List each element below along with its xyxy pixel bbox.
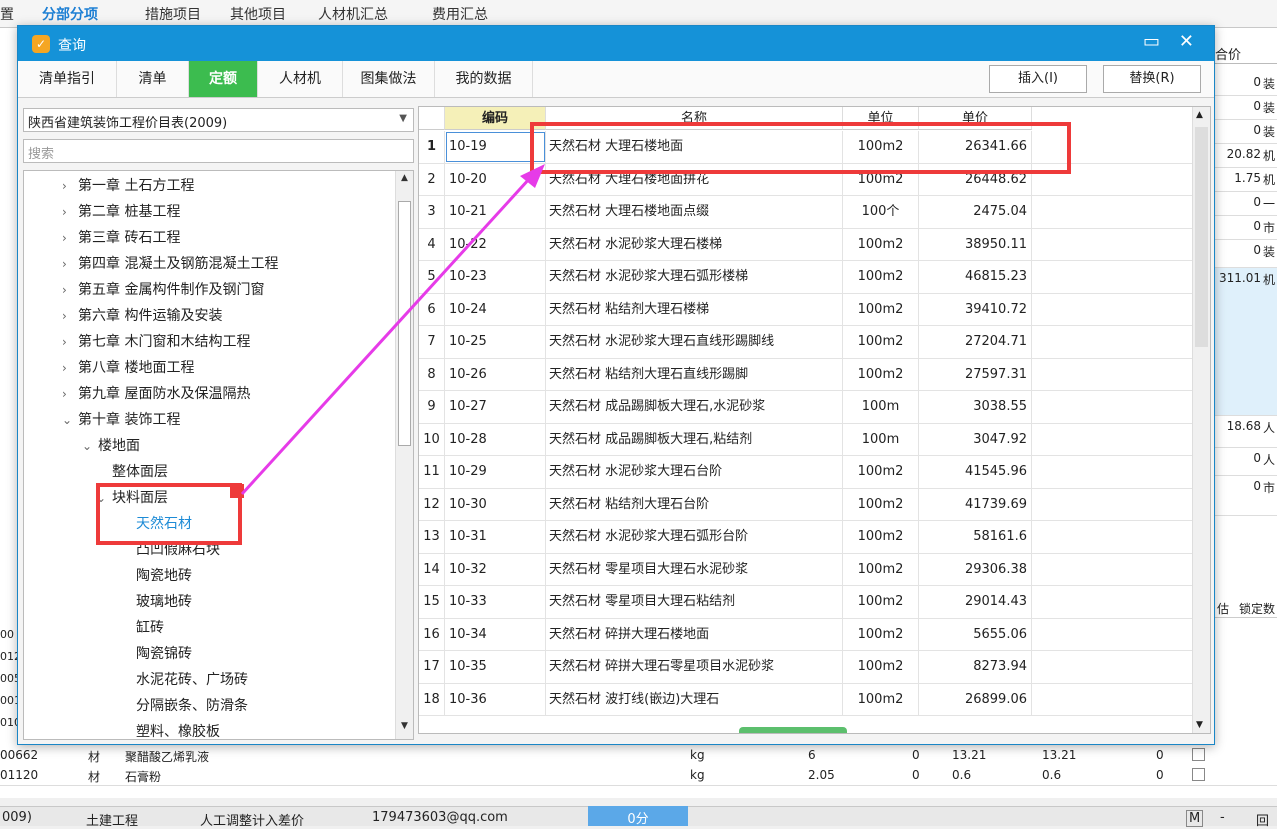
arrow-overlay <box>240 164 545 496</box>
pointer-arrow-line <box>240 176 532 496</box>
